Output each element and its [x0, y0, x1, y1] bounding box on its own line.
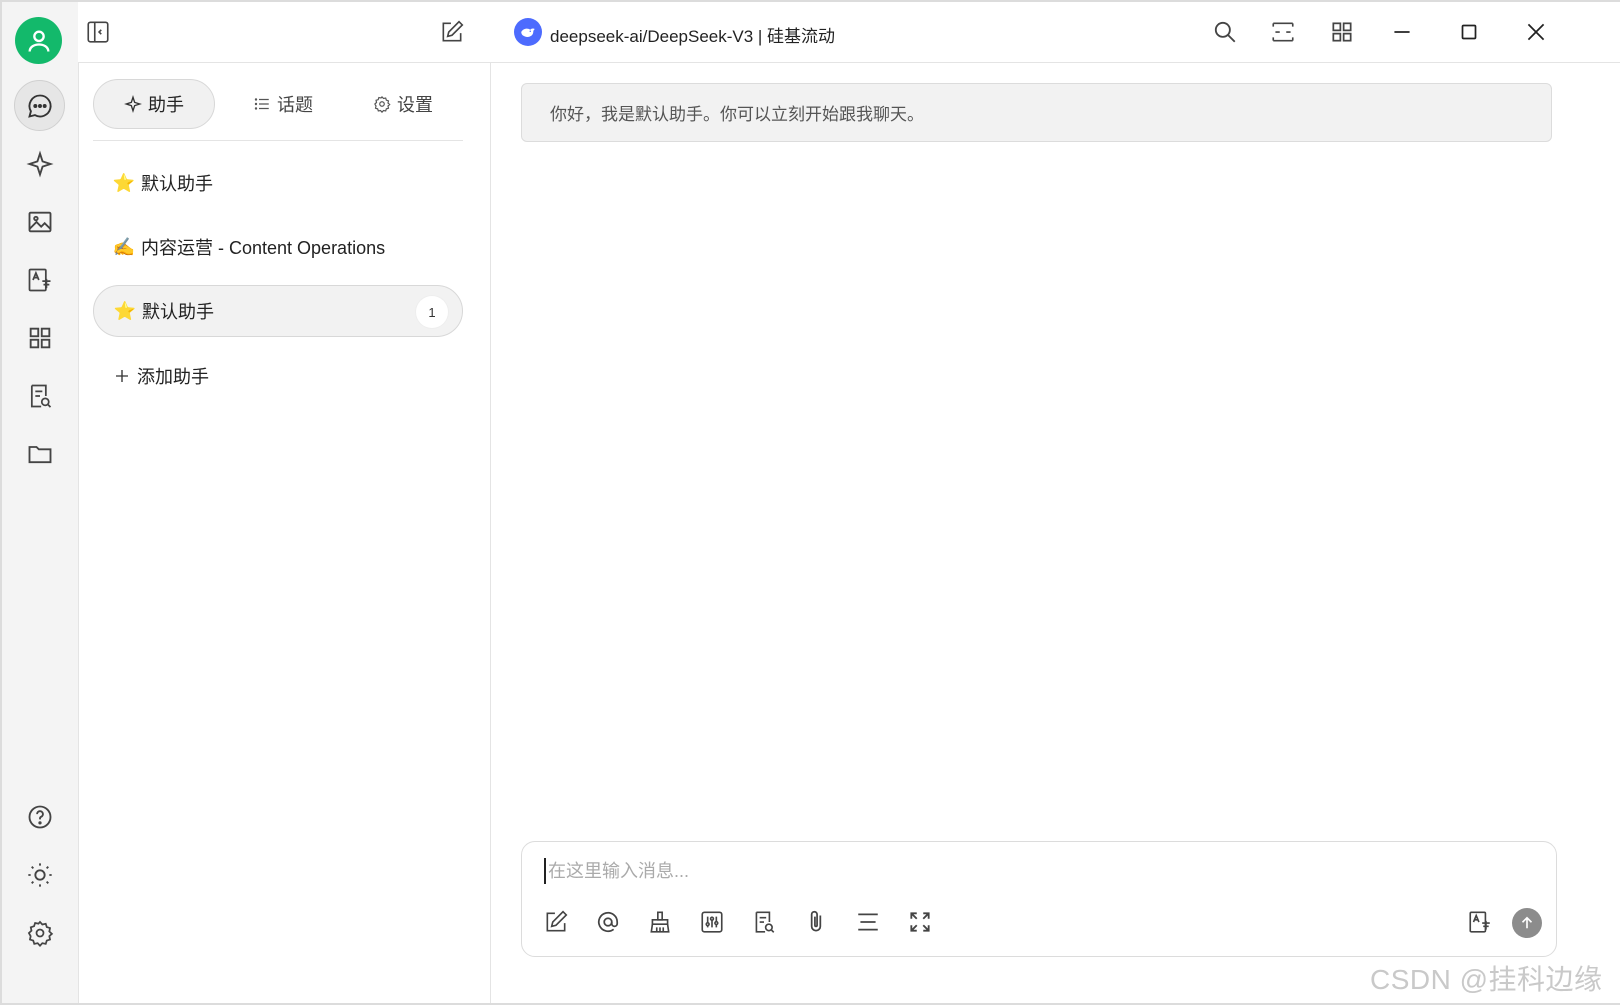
gear-icon	[374, 95, 391, 113]
tab-label: 话题	[277, 95, 313, 115]
assistant-greeting-message: 你好，我是默认助手。你可以立刻开始跟我聊天。	[521, 83, 1552, 142]
image-icon	[28, 211, 51, 232]
rail-help-button[interactable]	[14, 791, 65, 842]
minimize-button[interactable]	[1388, 18, 1416, 46]
assistant-label: 默认助手	[141, 174, 213, 194]
minimize-icon	[1394, 31, 1410, 33]
tab-settings[interactable]: 设置	[343, 79, 463, 129]
writing-hand-icon: ✍️	[112, 236, 136, 257]
document-search-icon	[30, 384, 51, 408]
assistant-label: 内容运营 - Content Operations	[141, 238, 386, 258]
tab-topics[interactable]: 话题	[223, 79, 343, 129]
folder-icon	[28, 445, 51, 463]
sparkle-icon	[25, 149, 54, 178]
assistant-item-active[interactable]: ⭐ 默认助手 1	[93, 285, 463, 337]
new-chat-button[interactable]	[438, 18, 466, 46]
edit-icon	[546, 910, 568, 932]
send-button[interactable]	[1512, 908, 1542, 938]
chat-bubble-icon	[27, 94, 51, 118]
rail-files-button[interactable]	[14, 428, 65, 479]
expand-input-button[interactable]	[906, 908, 934, 936]
list-icon	[254, 98, 269, 110]
translate-icon	[1469, 911, 1490, 933]
plus-icon	[116, 370, 128, 382]
top-bar: deepseek-ai/DeepSeek-V3 | 硅基流动	[78, 2, 1620, 62]
rail-settings-button[interactable]	[14, 907, 65, 958]
assistant-item[interactable]: ⭐ 默认助手	[93, 157, 463, 209]
tab-label: 设置	[397, 95, 433, 115]
sidebar-collapse-icon	[87, 21, 109, 43]
assistant-label: 默认助手	[142, 302, 214, 322]
search-button[interactable]	[1211, 18, 1239, 46]
rail-translate-button[interactable]	[14, 254, 65, 305]
user-avatar[interactable]	[15, 17, 62, 64]
minapps-button[interactable]	[1328, 18, 1356, 46]
assistant-item[interactable]: ✍️ 内容运营 - Content Operations	[93, 221, 463, 273]
topic-count-badge: 1	[416, 296, 448, 328]
star-icon: ⭐	[113, 300, 137, 321]
help-icon	[28, 805, 51, 828]
document-search-icon	[755, 911, 775, 933]
icon-rail	[2, 2, 78, 1003]
rail-image-button[interactable]	[14, 196, 65, 247]
message-input[interactable]	[544, 858, 1524, 884]
narrow-mode-icon	[858, 913, 878, 931]
grid-icon	[29, 327, 50, 348]
close-icon	[1527, 23, 1545, 41]
app-window: deepseek-ai/DeepSeek-V3 | 硅基流动 助手 话题 设置 …	[0, 0, 1620, 1005]
clear-context-button[interactable]	[646, 908, 674, 936]
translate-icon	[28, 268, 50, 291]
attachment-button[interactable]	[802, 908, 830, 936]
narrow-mode-button[interactable]	[1269, 18, 1297, 46]
rail-theme-button[interactable]	[14, 849, 65, 900]
new-topic-button[interactable]	[542, 908, 570, 936]
sparkle-icon	[124, 95, 142, 113]
translate-input-button[interactable]	[1466, 908, 1494, 936]
narrow-mode-icon	[1272, 22, 1294, 42]
sun-icon	[27, 862, 52, 887]
expand-icon	[910, 912, 930, 932]
close-button[interactable]	[1522, 18, 1550, 46]
chat-settings-button[interactable]	[698, 908, 726, 936]
star-icon: ⭐	[112, 172, 136, 193]
message-composer	[521, 841, 1557, 957]
edit-icon	[442, 20, 464, 42]
knowledge-base-button[interactable]	[750, 908, 778, 936]
watermark-text: CSDN @挂科边缘	[1370, 964, 1603, 995]
grid-icon	[1332, 22, 1352, 42]
add-assistant-button[interactable]: 添加助手	[113, 363, 209, 389]
tab-assistants[interactable]: 助手	[93, 79, 215, 129]
at-icon	[597, 911, 619, 932]
maximize-icon	[1461, 24, 1477, 40]
toggle-sidebar-button[interactable]	[84, 18, 112, 46]
rail-agents-button[interactable]	[14, 138, 65, 189]
toggle-layout-button[interactable]	[854, 908, 882, 936]
model-selector[interactable]: deepseek-ai/DeepSeek-V3 | 硅基流动	[550, 22, 835, 47]
user-icon	[28, 30, 49, 52]
rail-knowledge-button[interactable]	[14, 370, 65, 421]
chat-area: 你好，我是默认助手。你可以立刻开始跟我聊天。	[491, 62, 1620, 1003]
rail-apps-button[interactable]	[14, 312, 65, 363]
search-icon	[1214, 21, 1236, 43]
panel-tabs: 助手 话题 设置	[93, 79, 463, 141]
broom-icon	[650, 911, 670, 933]
rail-chat-button[interactable]	[14, 80, 65, 131]
add-assistant-label: 添加助手	[137, 367, 209, 387]
deepseek-logo-icon	[514, 18, 542, 46]
gear-icon	[27, 920, 53, 947]
maximize-button[interactable]	[1455, 18, 1483, 46]
assistants-panel: 助手 话题 设置 ⭐ 默认助手 ✍️ 内容运营 - Content Operat…	[78, 62, 491, 1003]
mention-model-button[interactable]	[594, 908, 622, 936]
sliders-icon	[701, 911, 723, 933]
tab-label: 助手	[148, 95, 184, 115]
paperclip-icon	[810, 910, 822, 932]
arrow-up-icon	[1521, 916, 1533, 929]
